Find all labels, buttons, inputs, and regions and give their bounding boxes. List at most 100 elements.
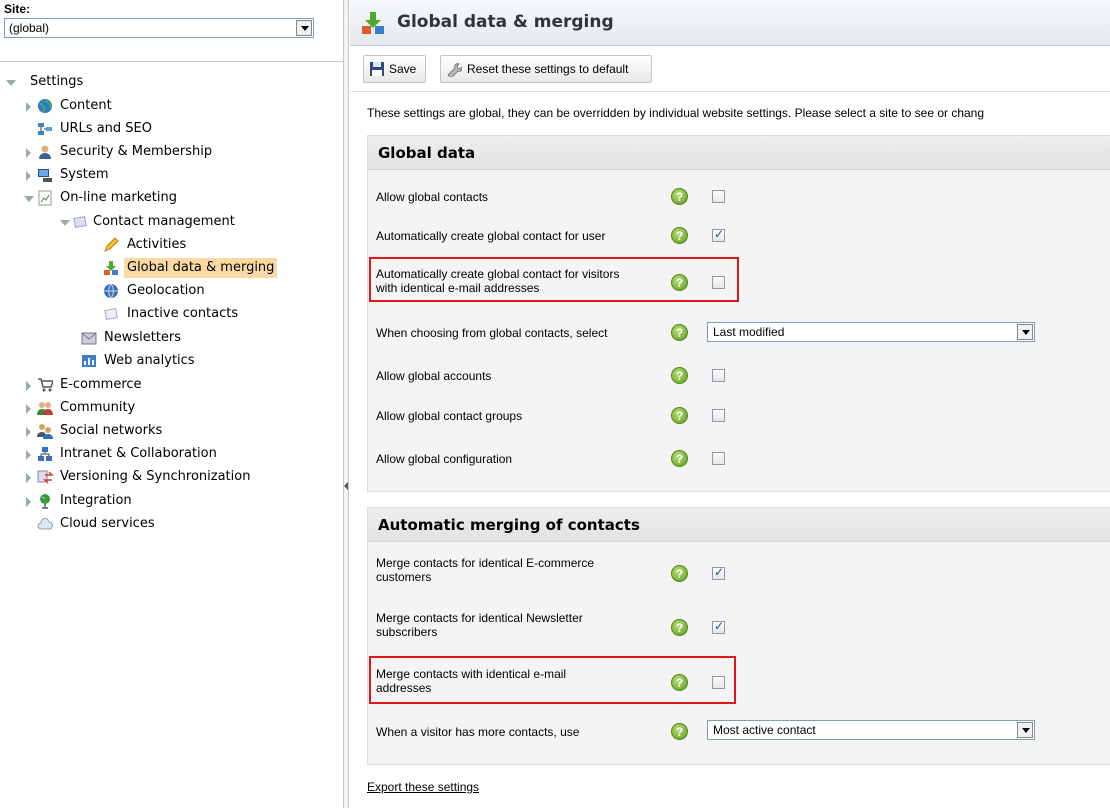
- expand-toggle-icon[interactable]: [24, 171, 34, 181]
- label-line: Merge contacts for identical Newsletter: [376, 611, 583, 625]
- allow-global-accounts-label: Allow global accounts: [376, 369, 492, 383]
- allow-global-config-checkbox[interactable]: [712, 452, 725, 465]
- auto-create-visitors-label: Automatically create global contact for …: [376, 267, 619, 295]
- computer-icon: [38, 169, 52, 182]
- tree-item-system[interactable]: System: [0, 165, 340, 185]
- expand-toggle-icon[interactable]: [60, 218, 70, 228]
- export-settings-link[interactable]: Export these settings: [367, 780, 479, 794]
- collapse-arrow-icon[interactable]: [344, 482, 348, 490]
- label-line: with identical e-mail addresses: [376, 281, 540, 295]
- auto-create-user-checkbox[interactable]: [712, 227, 725, 242]
- tree-item-label: Contact management: [93, 214, 235, 229]
- allow-global-contacts-checkbox[interactable]: [712, 190, 725, 203]
- help-icon[interactable]: ?: [671, 565, 688, 582]
- merge-newsletter-checkbox[interactable]: [712, 619, 725, 634]
- social-users-icon: [37, 424, 53, 439]
- allow-global-groups-checkbox[interactable]: [712, 409, 725, 422]
- help-icon[interactable]: ?: [671, 407, 688, 424]
- tree-item-ecommerce[interactable]: E-commerce: [0, 375, 340, 395]
- sync-icon: [37, 470, 53, 484]
- expand-toggle-icon[interactable]: [24, 194, 34, 204]
- site-label: Site:: [4, 2, 31, 16]
- expand-toggle-icon[interactable]: [6, 78, 16, 88]
- tree-item-label: Newsletters: [104, 330, 182, 345]
- help-icon[interactable]: ?: [671, 227, 688, 244]
- expand-toggle-icon[interactable]: [24, 427, 34, 437]
- expand-toggle-icon[interactable]: [24, 404, 34, 414]
- tree-item-web-analytics[interactable]: Web analytics: [0, 351, 340, 371]
- site-panel: Site: (global): [0, 0, 343, 62]
- help-icon[interactable]: ?: [671, 367, 688, 384]
- chevron-down-icon[interactable]: [1017, 722, 1033, 738]
- tree-item-geolocation[interactable]: Geolocation: [0, 281, 340, 301]
- dropdown-value: Last modified: [713, 325, 785, 339]
- tree-item-social-networks[interactable]: Social networks: [0, 421, 340, 441]
- site-select[interactable]: (global): [4, 18, 314, 38]
- tree-item-label: Geolocation: [127, 283, 205, 298]
- user-icon: [39, 145, 51, 159]
- choose-select-dropdown[interactable]: Last modified: [707, 322, 1035, 342]
- merge-newsletter-label: Merge contacts for identical Newsletter …: [376, 611, 583, 639]
- tree-item-online-marketing[interactable]: On-line marketing: [0, 188, 340, 208]
- tree-item-cloud-services[interactable]: Cloud services: [0, 514, 340, 534]
- wrench-icon: [447, 63, 462, 77]
- tree-item-community[interactable]: Community: [0, 398, 340, 418]
- more-contacts-dropdown[interactable]: Most active contact: [707, 720, 1035, 740]
- tree-item-settings[interactable]: Settings: [0, 72, 340, 92]
- tree-item-integration[interactable]: Integration: [0, 491, 340, 511]
- analytics-icon: [82, 355, 96, 367]
- merge-ecommerce-checkbox[interactable]: [712, 565, 725, 580]
- expand-toggle-icon[interactable]: [24, 148, 34, 158]
- tree-item-label: On-line marketing: [60, 190, 177, 205]
- tree-item-content[interactable]: Content: [0, 96, 340, 116]
- label-line: subscribers: [376, 625, 438, 639]
- tree-item-activities[interactable]: Activities: [0, 235, 340, 255]
- tree-item-label: Settings: [30, 74, 84, 89]
- tree-item-security[interactable]: Security & Membership: [0, 142, 340, 162]
- label-line: Merge contacts with identical e-mail: [376, 667, 567, 681]
- expand-toggle-icon[interactable]: [24, 497, 34, 507]
- save-button[interactable]: Save: [363, 55, 426, 83]
- help-icon[interactable]: ?: [671, 619, 688, 636]
- left-pane: Site: (global) Settings Content URLs and…: [0, 0, 344, 808]
- globe-icon: [38, 99, 52, 113]
- tree-item-inactive-contacts[interactable]: Inactive contacts: [0, 304, 340, 324]
- help-icon[interactable]: ?: [671, 324, 688, 341]
- tree-item-label: Social networks: [60, 423, 163, 438]
- chevron-down-icon[interactable]: [1017, 324, 1033, 340]
- tree-item-global-data[interactable]: Global data & merging: [0, 258, 340, 278]
- auto-create-visitors-checkbox[interactable]: [712, 276, 725, 289]
- pane-splitter[interactable]: [344, 0, 349, 808]
- tree-item-versioning[interactable]: Versioning & Synchronization: [0, 467, 340, 487]
- tree-item-urls-seo[interactable]: URLs and SEO: [0, 119, 340, 139]
- expand-toggle-icon[interactable]: [24, 102, 34, 112]
- allow-global-accounts-checkbox[interactable]: [712, 369, 725, 382]
- expand-toggle-icon[interactable]: [24, 450, 34, 460]
- tree-item-label: Security & Membership: [60, 144, 213, 159]
- help-icon[interactable]: ?: [671, 274, 688, 291]
- tree-item-newsletters[interactable]: Newsletters: [0, 328, 340, 348]
- allow-global-config-label: Allow global configuration: [376, 452, 513, 466]
- expand-toggle-icon[interactable]: [24, 473, 34, 483]
- merge-email-checkbox[interactable]: [712, 676, 725, 689]
- tree-item-label: Cloud services: [60, 516, 155, 531]
- merge-email-label: Merge contacts with identical e-mail add…: [376, 667, 566, 695]
- tree-item-intranet[interactable]: Intranet & Collaboration: [0, 444, 340, 464]
- help-icon[interactable]: ?: [671, 723, 688, 740]
- sitemap-icon: [38, 123, 52, 135]
- help-icon[interactable]: ?: [671, 674, 688, 691]
- choose-select-label: When choosing from global contacts, sele…: [376, 326, 608, 340]
- reset-button-label: Reset these settings to default: [467, 62, 629, 76]
- help-icon[interactable]: ?: [671, 450, 688, 467]
- help-icon[interactable]: ?: [671, 188, 688, 205]
- shopping-cart-icon: [38, 378, 53, 392]
- site-select-value: (global): [9, 21, 50, 35]
- intro-text: These settings are global, they can be o…: [367, 106, 985, 120]
- tree-item-contact-management[interactable]: Contact management: [0, 212, 340, 232]
- allow-global-groups-label: Allow global contact groups: [376, 409, 523, 423]
- expand-toggle-icon[interactable]: [24, 381, 34, 391]
- chevron-down-icon[interactable]: [296, 20, 312, 36]
- page-title: Global data & merging: [397, 12, 614, 32]
- section-title: Global data: [368, 136, 1110, 170]
- reset-button[interactable]: Reset these settings to default: [440, 55, 652, 83]
